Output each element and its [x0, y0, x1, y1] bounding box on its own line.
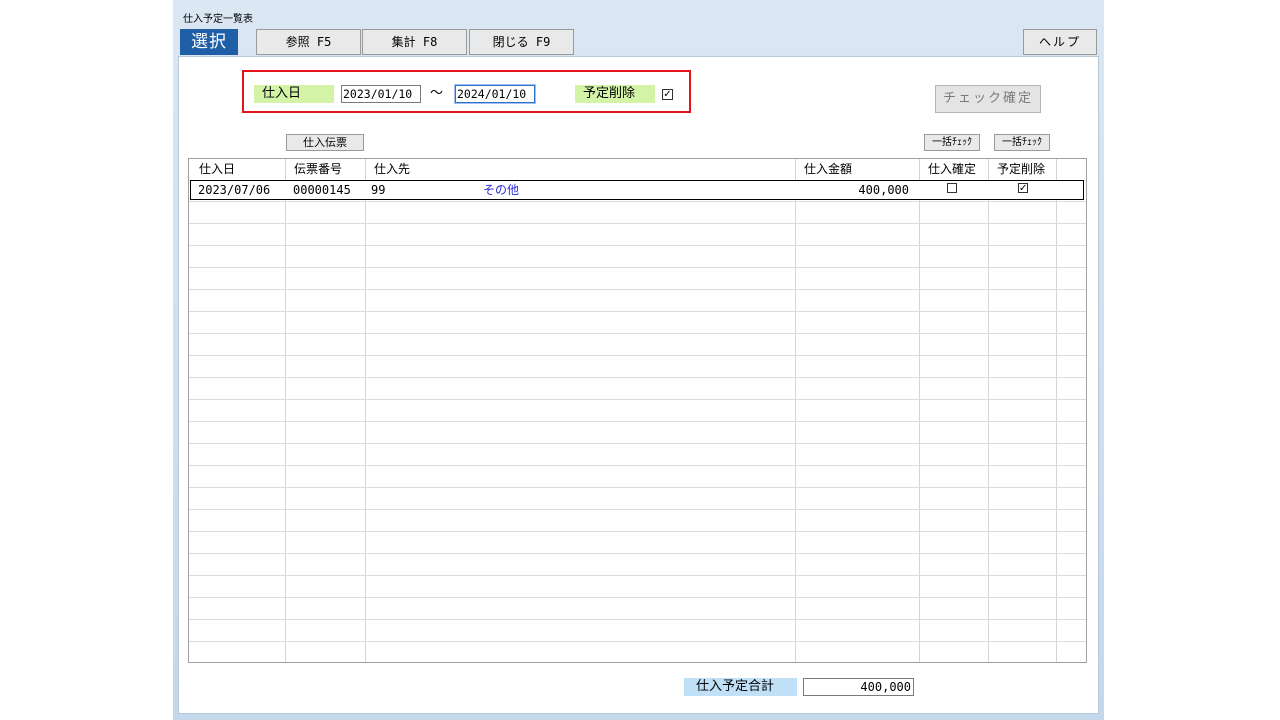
row-amount: 400,000	[858, 183, 909, 197]
column-header-voucher[interactable]: 伝票番号	[288, 159, 364, 180]
column-header-confirmed[interactable]: 仕入確定	[922, 159, 988, 180]
check-confirm-button[interactable]: チェック確定	[935, 85, 1041, 113]
total-value: 400,000	[803, 678, 914, 696]
reference-button[interactable]: 参照 F5	[256, 29, 361, 55]
window-title: 仕入予定一覧表	[183, 14, 253, 25]
purchase-date-label: 仕入日	[254, 85, 334, 103]
column-header-delete[interactable]: 予定削除	[991, 159, 1057, 180]
date-from-input[interactable]: 2023/01/10	[341, 85, 421, 103]
check-icon: ✓	[663, 89, 672, 100]
bulk-check-confirm-button[interactable]: 一括ﾁｪｯｸ	[924, 134, 980, 151]
filter-panel: 仕入日 2023/01/10 ～ 2024/01/10 予定削除 ✓	[242, 70, 691, 113]
range-separator: ～	[430, 86, 444, 101]
bulk-check-delete-button[interactable]: 一括ﾁｪｯｸ	[994, 134, 1050, 151]
delete-planned-checkbox[interactable]: ✓	[662, 89, 673, 100]
row-date: 2023/07/06	[198, 183, 271, 197]
column-header-date[interactable]: 仕入日	[193, 159, 285, 180]
purchase-plan-table: 仕入日 伝票番号 仕入先 仕入金額 仕入確定 予定削除 2023/07/06 0…	[188, 158, 1087, 663]
help-button[interactable]: ヘルプ	[1023, 29, 1097, 55]
row-confirmed-checkbox[interactable]	[947, 183, 957, 193]
row-voucher-no: 00000145	[293, 183, 351, 197]
select-button[interactable]: 選択	[180, 29, 238, 55]
table-row[interactable]: 2023/07/06 00000145 99 その他 400,000 ✓	[190, 180, 1084, 200]
aggregate-button[interactable]: 集計 F8	[362, 29, 467, 55]
delete-planned-label: 予定削除	[575, 85, 655, 103]
row-supplier-code: 99	[371, 183, 386, 197]
row-delete-checkbox[interactable]: ✓	[1018, 183, 1028, 194]
column-header-amount[interactable]: 仕入金額	[798, 159, 918, 180]
row-supplier-name: その他	[483, 183, 520, 197]
close-button[interactable]: 閉じる F9	[469, 29, 574, 55]
total-label: 仕入予定合計	[684, 678, 797, 696]
window: 仕入予定一覧表 選択 参照 F5 集計 F8 閉じる F9 ヘルプ 仕入日 20…	[173, 0, 1104, 720]
purchase-voucher-button[interactable]: 仕入伝票	[286, 134, 364, 151]
date-to-input[interactable]: 2024/01/10	[454, 84, 536, 104]
check-icon: ✓	[1019, 183, 1028, 194]
column-header-supplier[interactable]: 仕入先	[368, 159, 668, 180]
